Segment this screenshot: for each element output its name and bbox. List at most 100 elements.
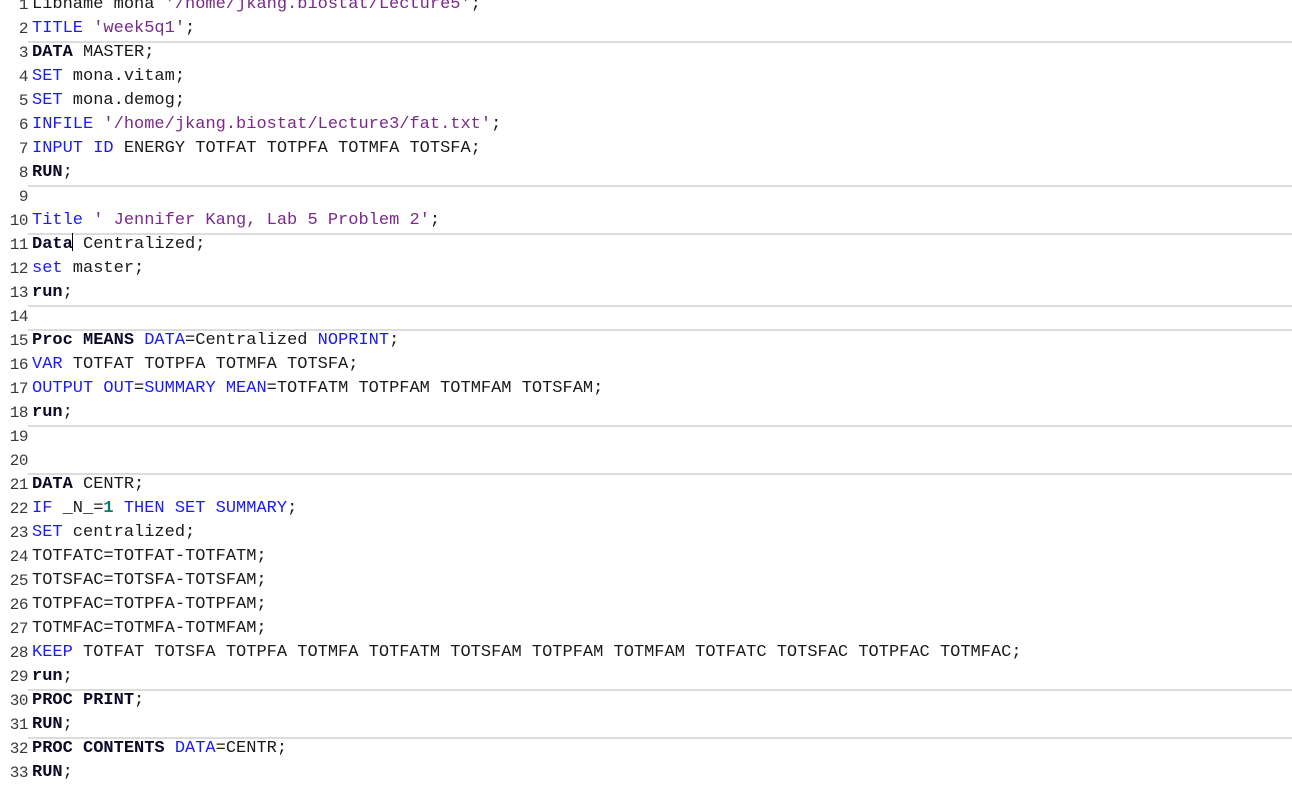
code-line[interactable]: 29 run;: [0, 665, 1292, 689]
code-line[interactable]: 3 DATA MASTER;: [0, 41, 1292, 65]
code-token: DATA: [174, 739, 216, 758]
code-line[interactable]: 1 Libname mona '/home/jkang.biostat/Lectu…: [0, 0, 1292, 17]
code-token: ;: [62, 403, 73, 422]
line-number: 1: [18, 0, 29, 14]
code-token: Centralized;: [72, 235, 206, 254]
code-token: centralized;: [62, 523, 196, 542]
code-text: DATA CENTR;: [32, 473, 144, 497]
code-line[interactable]: 30 PROC PRINT;: [0, 689, 1292, 713]
code-token: '/home/jkang.biostat/Lecture3/fat.txt': [103, 115, 492, 134]
code-text: set master;: [32, 257, 144, 281]
code-line[interactable]: 14: [0, 305, 1292, 329]
code-text: Title ' Jennifer Kang, Lab 5 Problem 2';: [32, 209, 440, 233]
line-number: 2: [18, 20, 29, 38]
code-editor[interactable]: 1 Libname mona '/home/jkang.biostat/Lectu…: [0, 0, 1292, 790]
code-token: VAR: [32, 355, 63, 374]
line-number: 20: [9, 452, 29, 470]
code-token: KEEP: [32, 643, 73, 662]
code-token: ;: [134, 691, 145, 710]
code-text: RUN;: [32, 713, 73, 737]
line-number: 29: [9, 668, 29, 686]
code-token: TOTFAT TOTSFA TOTPFA TOTMFA TOTFATM TOTS…: [72, 643, 1022, 662]
code-line[interactable]: 15 Proc MEANS DATA=Centralized NOPRINT;: [0, 329, 1292, 353]
code-token: OUTPUT OUT: [32, 379, 135, 398]
code-text: run;: [32, 281, 73, 305]
code-token: TOTFATC=TOTFAT-TOTFATM;: [32, 547, 267, 566]
code-line[interactable]: 21 DATA CENTR;: [0, 473, 1292, 497]
code-lines[interactable]: 1 Libname mona '/home/jkang.biostat/Lectu…: [0, 0, 1292, 785]
code-token: SET: [32, 91, 63, 110]
code-token: mona.demog;: [62, 91, 186, 110]
code-token: ;: [429, 211, 441, 230]
code-text: SET mona.demog;: [32, 89, 185, 113]
code-token: ;: [62, 283, 73, 302]
code-text: PROC CONTENTS DATA=CENTR;: [32, 737, 287, 761]
line-number: 31: [9, 716, 29, 734]
code-token: DATA: [32, 475, 73, 494]
code-text: OUTPUT OUT=SUMMARY MEAN=TOTFATM TOTPFAM …: [32, 377, 603, 401]
code-line[interactable]: 25 TOTSFAC=TOTSFA-TOTSFAM;: [0, 569, 1292, 593]
code-line[interactable]: 33 RUN;: [0, 761, 1292, 785]
code-token: ;: [62, 667, 73, 686]
code-token: ;: [62, 715, 73, 734]
code-text: INPUT ID ENERGY TOTFAT TOTPFA TOTMFA TOT…: [32, 137, 481, 161]
code-token: ;: [62, 763, 73, 782]
line-number: 7: [18, 140, 29, 158]
line-number: 27: [9, 620, 29, 638]
code-line[interactable]: 17 OUTPUT OUT=SUMMARY MEAN=TOTFATM TOTPFA…: [0, 377, 1292, 401]
code-line[interactable]: 19: [0, 425, 1292, 449]
code-token: master;: [62, 259, 145, 278]
code-line[interactable]: 18 run;: [0, 401, 1292, 425]
code-text: SET mona.vitam;: [32, 65, 185, 89]
code-line[interactable]: 12 set master;: [0, 257, 1292, 281]
code-token: IF: [32, 499, 53, 518]
code-line[interactable]: 5 SET mona.demog;: [0, 89, 1292, 113]
line-number: 15: [9, 332, 29, 350]
code-line[interactable]: 24 TOTFATC=TOTFAT-TOTFATM;: [0, 545, 1292, 569]
code-token: TOTPFAC=TOTPFA-TOTPFAM;: [32, 595, 267, 614]
code-text: VAR TOTFAT TOTPFA TOTMFA TOTSFA;: [32, 353, 358, 377]
code-line[interactable]: 7 INPUT ID ENERGY TOTFAT TOTPFA TOTMFA TO…: [0, 137, 1292, 161]
code-token: SET: [32, 523, 63, 542]
code-text: TOTMFAC=TOTMFA-TOTMFAM;: [32, 617, 267, 641]
code-line[interactable]: 2 TITLE 'week5q1';: [0, 17, 1292, 41]
code-line[interactable]: 4 SET mona.vitam;: [0, 65, 1292, 89]
code-token: DATA: [32, 43, 73, 62]
code-token: run: [32, 283, 63, 302]
code-line[interactable]: 32 PROC CONTENTS DATA=CENTR;: [0, 737, 1292, 761]
code-text: RUN;: [32, 161, 73, 185]
code-line[interactable]: 23 SET centralized;: [0, 521, 1292, 545]
code-line[interactable]: 27 TOTMFAC=TOTMFA-TOTMFAM;: [0, 617, 1292, 641]
code-line[interactable]: 13 run;: [0, 281, 1292, 305]
code-token: CENTR;: [72, 475, 145, 494]
code-token: INFILE: [32, 115, 104, 134]
code-token: RUN: [32, 763, 63, 782]
code-line[interactable]: 9: [0, 185, 1292, 209]
code-token: TOTMFAC=TOTMFA-TOTMFAM;: [32, 619, 267, 638]
code-text: DATA MASTER;: [32, 41, 154, 65]
code-line[interactable]: 6 INFILE '/home/jkang.biostat/Lecture3/fa…: [0, 113, 1292, 137]
code-line[interactable]: 31 RUN;: [0, 713, 1292, 737]
code-line[interactable]: 26 TOTPFAC=TOTPFA-TOTPFAM;: [0, 593, 1292, 617]
code-line[interactable]: 16 VAR TOTFAT TOTPFA TOTMFA TOTSFA;: [0, 353, 1292, 377]
code-text: IF _N_=1 THEN SET SUMMARY;: [32, 497, 297, 521]
code-line[interactable]: 11 Data Centralized;: [0, 233, 1292, 257]
code-token: ;: [389, 331, 400, 350]
code-text: TOTSFAC=TOTSFA-TOTSFAM;: [32, 569, 267, 593]
code-token: Libname mona: [32, 0, 165, 14]
code-token: run: [32, 403, 63, 422]
line-number: 9: [18, 188, 29, 206]
code-token: MASTER;: [72, 43, 155, 62]
code-text: INFILE '/home/jkang.biostat/Lecture3/fat…: [32, 113, 501, 137]
code-token: Proc MEANS: [32, 331, 135, 350]
line-number: 3: [18, 44, 29, 62]
code-line[interactable]: 28 KEEP TOTFAT TOTSFA TOTPFA TOTMFA TOTFA…: [0, 641, 1292, 665]
code-line[interactable]: 10 Title ' Jennifer Kang, Lab 5 Problem 2…: [0, 209, 1292, 233]
code-line[interactable]: 22 IF _N_=1 THEN SET SUMMARY;: [0, 497, 1292, 521]
code-text: TOTFATC=TOTFAT-TOTFATM;: [32, 545, 267, 569]
code-line[interactable]: 20: [0, 449, 1292, 473]
line-number: 30: [9, 692, 29, 710]
code-line[interactable]: 8 RUN;: [0, 161, 1292, 185]
